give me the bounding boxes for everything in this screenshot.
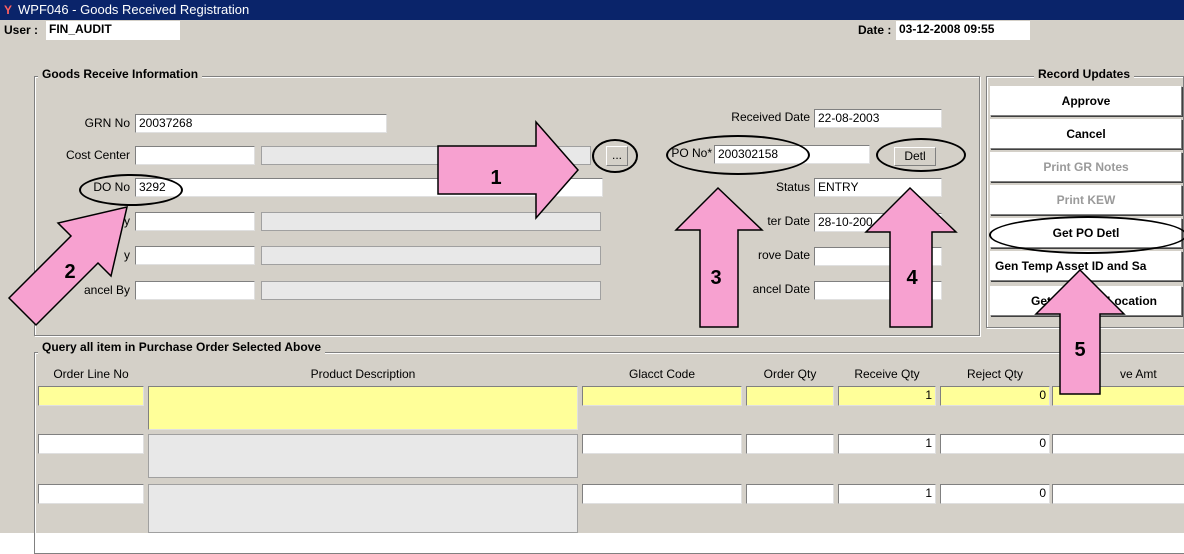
annotation-layer: 1 2 3 4 5 <box>7 120 1126 395</box>
annotation-label-2: 2 <box>64 261 75 283</box>
annotation-label-3: 3 <box>710 267 721 289</box>
annotation-label-1: 1 <box>490 167 501 189</box>
annotation-arrow-3: 3 <box>674 186 764 328</box>
annotation-arrow-2: 2 <box>7 205 129 327</box>
annotation-label-5: 5 <box>1074 339 1085 361</box>
annotation-arrow-1: 1 <box>437 120 579 220</box>
annotation-arrow-4: 4 <box>864 186 958 328</box>
annotation-arrow-5: 5 <box>1034 268 1126 395</box>
annotation-label-4: 4 <box>906 267 918 289</box>
